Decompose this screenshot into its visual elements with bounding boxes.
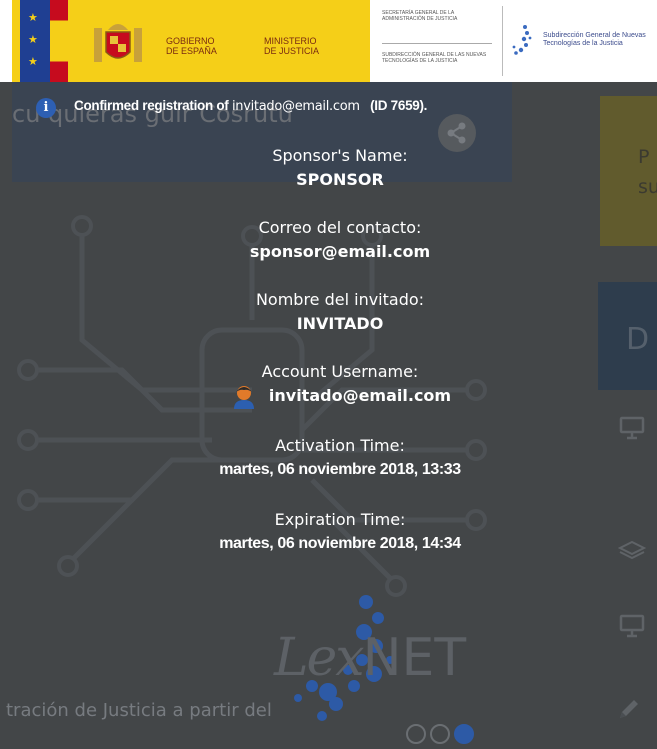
coat-of-arms-icon [94, 24, 142, 62]
activation-time-value: martes, 06 noviembre 2018, 13:33 [219, 461, 461, 478]
layers-icon [618, 540, 646, 560]
guest-name-value: INVITADO [296, 314, 384, 333]
eu-flag: ★ ★ ★ [20, 0, 50, 82]
expiration-time-field: Expiration Time: martes, 06 noviembre 20… [150, 510, 530, 555]
lexnet-logo: LexNET [266, 594, 478, 724]
contact-email-label: Correo del contacto: [258, 218, 422, 237]
background-footer-text: tración de Justicia a partir del [6, 700, 272, 721]
gobierno-text: GOBIERNO DE ESPAÑA [166, 36, 217, 56]
account-username-field: Account Username: invitado@email.com [150, 362, 530, 409]
account-username-row: invitado@email.com [229, 385, 452, 409]
notice-prefix: Confirmed registration of [74, 98, 229, 113]
subdireccion-text: SUBDIRECCIÓN GENERAL DE LAS NUEVAS TECNO… [382, 52, 487, 64]
ministerio-text: MINISTERIO DE JUSTICIA [264, 36, 320, 56]
secretaria-text: SECRETARÍA GENERAL DE LA ADMINISTRACIÓN … [382, 10, 458, 22]
background-promo-text: P su [638, 146, 657, 198]
sponsor-name-value: SPONSOR [296, 170, 384, 189]
account-username-value: invitado@email.com [268, 386, 452, 405]
dots-logo-icon [512, 25, 532, 55]
carousel-indicators [406, 720, 496, 744]
carousel-dot-3-active[interactable] [454, 724, 474, 744]
carousel-dot-1[interactable] [406, 724, 426, 744]
pencil-icon[interactable] [614, 694, 644, 724]
secretaria-block: SECRETARÍA GENERAL DE LA ADMINISTRACIÓN … [378, 6, 500, 78]
activation-time-field: Activation Time: martes, 06 noviembre 20… [150, 436, 530, 481]
notice-id: (ID 7659). [370, 98, 428, 113]
circuit-background-graphic [17, 215, 487, 597]
subdireccion-logo-block: Subdirección General de Nuevas Tecnologí… [502, 6, 652, 76]
carousel-dot-2[interactable] [430, 724, 450, 744]
subdireccion-logo-text: Subdirección General de Nuevas Tecnologí… [543, 32, 646, 47]
notice-email: invitado@email.com [231, 99, 360, 114]
monitor-icon [619, 416, 645, 440]
contact-email-value: sponsor@email.com [249, 242, 431, 261]
account-username-label: Account Username: [261, 362, 419, 381]
spain-flag [50, 0, 68, 82]
user-avatar-icon [233, 386, 254, 409]
background-blue-text: D [626, 322, 650, 357]
sponsor-name-field: Sponsor's Name: SPONSOR [150, 146, 530, 191]
contact-email-field: Correo del contacto: sponsor@email.com [150, 218, 530, 263]
guest-name-field: Nombre del invitado: INVITADO [150, 290, 530, 335]
sponsor-name-label: Sponsor's Name: [272, 146, 408, 165]
expiration-time-label: Expiration Time: [274, 510, 406, 529]
monitor-icon-2 [619, 614, 645, 638]
info-icon: i [36, 98, 56, 118]
lexnet-logo-text: LexNET [274, 628, 467, 688]
government-header: ★ ★ ★ GOBIERNO DE ESPAÑA MINISTERIO DE J… [0, 0, 657, 82]
expiration-time-value: martes, 06 noviembre 2018, 14:34 [219, 535, 461, 552]
activation-time-label: Activation Time: [275, 436, 405, 455]
guest-name-label: Nombre del invitado: [255, 290, 425, 309]
